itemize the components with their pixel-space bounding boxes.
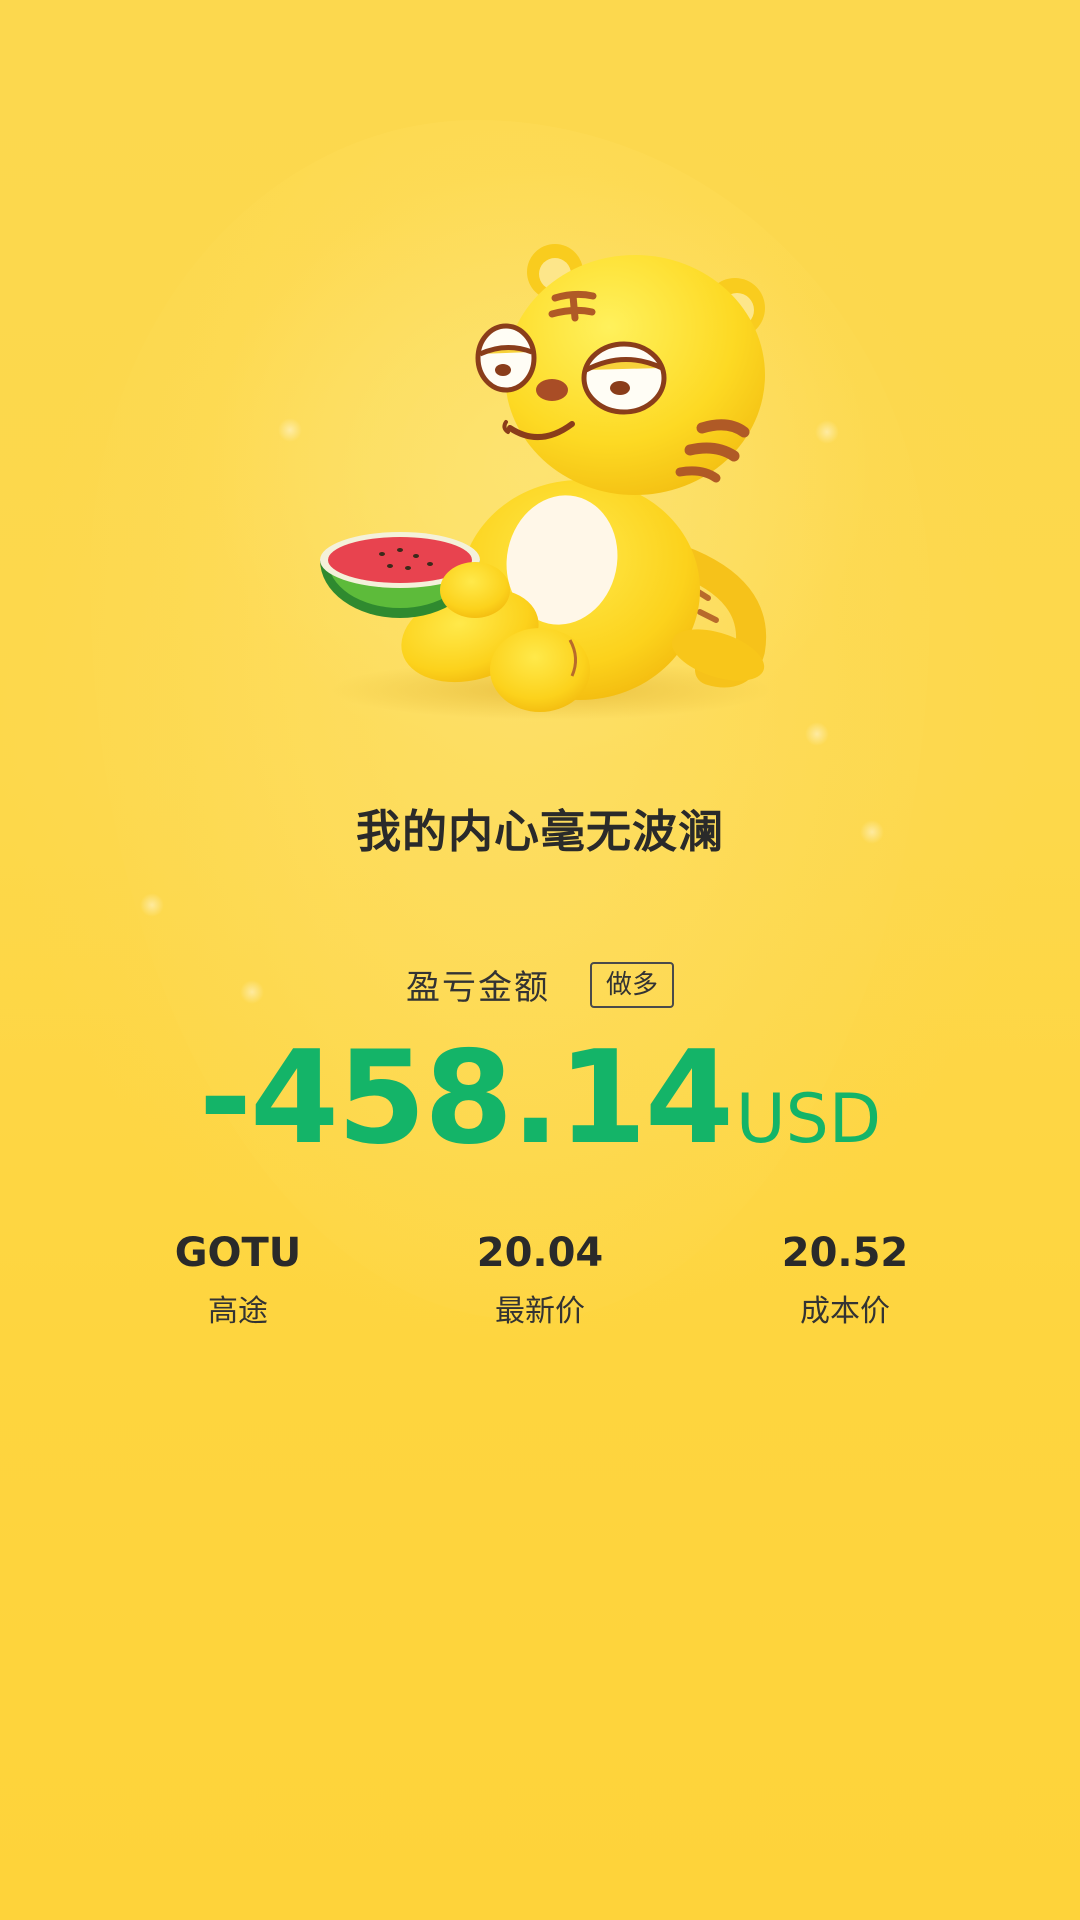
pnl-label: 盈亏金额 [405,968,550,1008]
pnl-currency-unit: USD [735,1080,882,1159]
stat-symbol: GOTU 高途 [88,1228,388,1332]
pnl-header: 盈亏金额 做多 [0,960,1080,1009]
cost-price-label: 成本价 [800,1294,890,1329]
tiger-mascot-with-watermelon-icon [290,230,810,750]
cost-price-value: 20.52 [781,1230,909,1276]
stock-symbol: GOTU [174,1230,302,1276]
stock-name: 高途 [208,1294,268,1329]
share-card: 我的内心毫无波澜 盈亏金额 做多 -458.14 USD GOTU 高途 20.… [0,0,1080,1920]
stat-latest-price: 20.04 最新价 [390,1228,690,1332]
latest-price-value: 20.04 [476,1230,604,1276]
sparkle-decoration [815,420,839,444]
latest-price-label: 最新价 [495,1294,585,1329]
position-direction-badge: 做多 [589,961,674,1008]
stat-cost-price: 20.52 成本价 [695,1228,995,1332]
mood-caption: 我的内心毫无波澜 [355,805,724,858]
pnl-amount-value: -458.14 [198,1024,734,1173]
pnl-amount: -458.14 USD [0,1035,1080,1163]
sparkle-decoration [140,893,164,917]
